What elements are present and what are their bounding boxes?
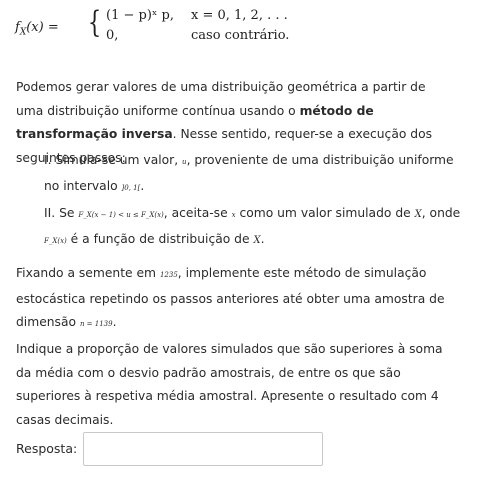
step-2: II. Se F_X(x − 1) < u ≤ F_X(x), aceita-s… <box>44 206 461 246</box>
formula-case1-cond: x = 0, 1, 2, . . . <box>191 8 288 23</box>
question-paragraph: Indique a proporção de valores simulados… <box>16 342 443 427</box>
formula-case1-expr: (1 − p)ˣ p, <box>106 8 174 23</box>
formula-case2-expr: 0, <box>106 28 119 43</box>
instruction-paragraph: Fixando a semente em 1235, implemente es… <box>16 266 445 329</box>
answer-label: Resposta: <box>16 441 78 456</box>
answer-input[interactable] <box>83 432 323 466</box>
formula-brace: { <box>87 5 102 40</box>
step-1: I. Simula-se um valor, u, proveniente de… <box>44 153 454 193</box>
formula-case2-cond: caso contrário. <box>191 28 290 43</box>
formula-lhs: fX(x) = <box>15 20 59 38</box>
